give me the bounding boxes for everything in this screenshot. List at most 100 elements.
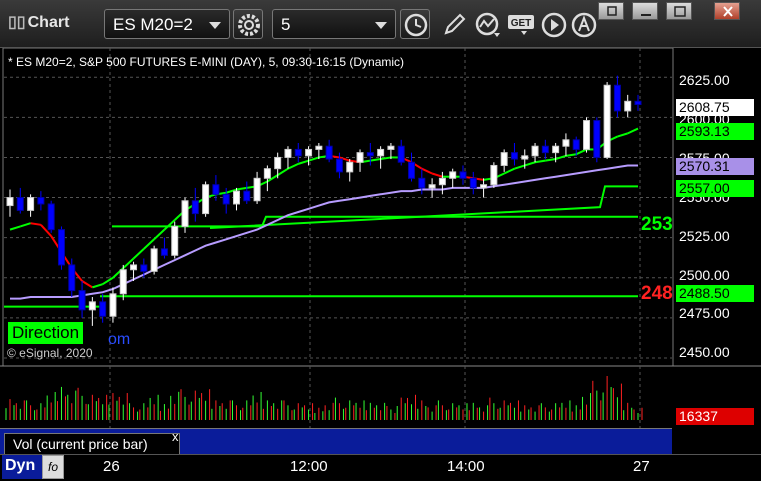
- candle-body: [119, 269, 127, 295]
- ma-fast-segment: [627, 127, 639, 135]
- candle-body: [263, 168, 271, 179]
- ma-fast-segment: [132, 248, 145, 260]
- get-button[interactable]: GET: [507, 11, 535, 39]
- candle-body: [541, 145, 549, 154]
- get-label: GET: [511, 18, 532, 29]
- gear-button[interactable]: [233, 9, 263, 39]
- level-high-price-tag: 2557.00: [676, 180, 754, 197]
- x-tick-label: 27: [633, 458, 650, 475]
- ma-slow-value: 2570.31: [679, 158, 730, 174]
- y-tick-label: 2525.00: [679, 228, 730, 244]
- candle-body: [99, 301, 107, 317]
- candle-body: [171, 225, 179, 256]
- candle-body: [37, 197, 45, 205]
- level-low-value: 2488.50: [679, 285, 730, 301]
- interval-value: 5: [281, 15, 291, 34]
- close-icon: [723, 6, 733, 17]
- volume-close-button[interactable]: x: [172, 429, 179, 444]
- last-price-value: 2608.75: [679, 99, 730, 115]
- maximize-button[interactable]: [666, 2, 692, 20]
- candle-body: [305, 148, 313, 157]
- study-button[interactable]: [474, 11, 502, 39]
- candle-body: [428, 184, 436, 189]
- direction-link[interactable]: om: [108, 331, 130, 349]
- candle-body: [408, 161, 416, 179]
- candle-body: [552, 145, 560, 154]
- candle-body: [356, 152, 364, 163]
- price-chart[interactable]: [0, 48, 761, 481]
- plot-frame: [2, 48, 674, 367]
- ma-fast-segment: [514, 164, 526, 170]
- candle-body: [562, 139, 570, 147]
- candle-body: [325, 145, 333, 160]
- minimize-icon: [641, 14, 651, 16]
- fx-button[interactable]: fo: [42, 455, 64, 479]
- maximize-icon: [674, 6, 686, 17]
- last-price-tag: 2608.75: [676, 99, 754, 116]
- x-tick-label: 12:00: [290, 458, 328, 475]
- volume-legend[interactable]: Vol (current price bar): [4, 433, 180, 455]
- candle-body: [500, 152, 508, 166]
- upper-line-label: 253: [641, 214, 673, 235]
- dyn-button[interactable]: Dyn: [2, 455, 42, 479]
- candle-body: [160, 248, 168, 256]
- symbol-select[interactable]: ES M20=2: [104, 9, 230, 39]
- window-titlebar: ▯▯ Chart ES M20=2 5 GET: [0, 0, 761, 48]
- candle-body: [593, 120, 601, 158]
- candle-body: [624, 100, 632, 112]
- candle-body: [315, 145, 323, 150]
- candle-body: [449, 171, 457, 179]
- interval-select[interactable]: 5: [272, 9, 396, 39]
- candle-body: [613, 84, 621, 112]
- chart-header: * ES M20=2, S&P 500 FUTURES E-MINI (DAY)…: [8, 55, 405, 69]
- candle-body: [387, 145, 395, 150]
- y-tick-label: 2450.00: [679, 344, 730, 360]
- candle-body: [222, 193, 230, 205]
- gear-icon: [238, 14, 260, 36]
- alert-button[interactable]: [571, 11, 599, 39]
- ma-fast-segment: [143, 238, 155, 250]
- ma-fast-segment: [287, 162, 299, 170]
- ma-fast-segment: [617, 132, 629, 138]
- candle-body: [294, 148, 302, 157]
- candle-body: [284, 148, 292, 158]
- pencil-button[interactable]: [440, 11, 468, 39]
- ma-fast-segment: [421, 167, 433, 175]
- clock-icon: [404, 13, 428, 37]
- candle-body: [418, 177, 426, 189]
- ma-fast-segment: [30, 222, 42, 226]
- candle-body: [16, 197, 24, 211]
- restore-icon: [607, 6, 617, 16]
- chart-area[interactable]: * ES M20=2, S&P 500 FUTURES E-MINI (DAY)…: [0, 48, 761, 481]
- ma-fast-segment: [9, 225, 21, 231]
- candle-body: [603, 84, 611, 158]
- clock-button[interactable]: [400, 9, 430, 39]
- ma-fast-segment: [565, 153, 577, 157]
- close-button[interactable]: [714, 2, 740, 20]
- x-tick-label: 14:00: [447, 458, 485, 475]
- candle-body: [202, 184, 210, 215]
- candle-body: [140, 264, 148, 272]
- candle-body: [510, 152, 518, 160]
- candle-body: [6, 197, 14, 207]
- ma-fast-segment: [370, 158, 381, 162]
- get-icon: GET: [508, 15, 534, 35]
- chevron-down-icon: [209, 22, 221, 29]
- candle-body: [27, 197, 35, 211]
- candle-body: [634, 100, 642, 106]
- volume-value-tag: 16337: [676, 408, 754, 425]
- play-button[interactable]: [540, 11, 568, 39]
- ma-fast-segment: [92, 283, 103, 289]
- ma-fast-segment: [534, 159, 546, 164]
- candle-body: [109, 293, 117, 317]
- candle-body: [438, 177, 446, 186]
- minimize-button[interactable]: [632, 2, 658, 20]
- restore-button[interactable]: [598, 2, 624, 20]
- ma-fast-price-tag: 2593.13: [676, 123, 754, 140]
- candle-body: [377, 148, 385, 157]
- symbol-value: ES M20=2: [113, 15, 193, 34]
- candle-body: [47, 203, 55, 231]
- ma-fast-segment: [102, 276, 114, 286]
- candle-body: [366, 152, 374, 157]
- level-high-value: 2557.00: [679, 180, 730, 196]
